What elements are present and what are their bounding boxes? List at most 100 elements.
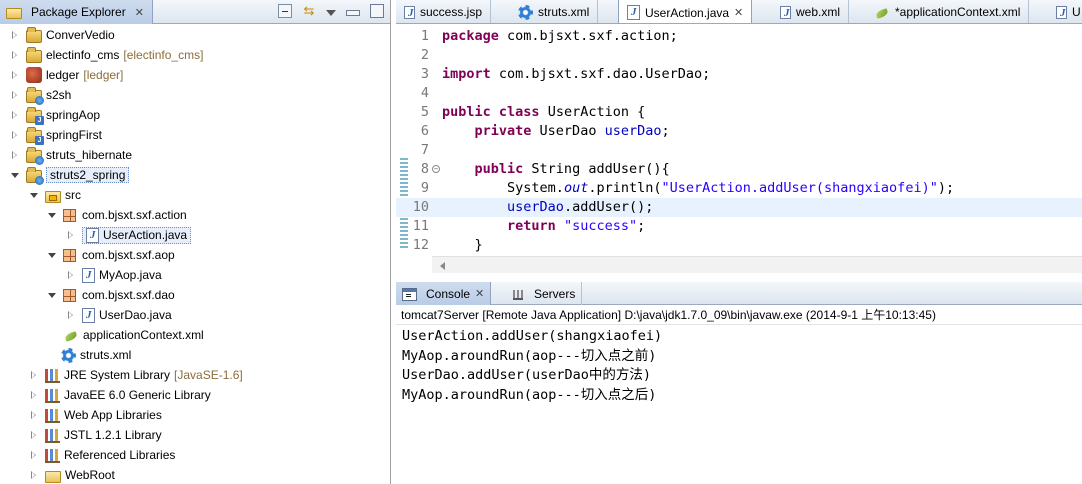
tab-servers[interactable]: Servers bbox=[505, 282, 583, 305]
tree-item-package-action[interactable]: com.bjsxt.sxf.action bbox=[47, 205, 187, 225]
tree-item-myaop-java[interactable]: MyAop.java bbox=[66, 265, 162, 285]
scroll-left-icon[interactable] bbox=[440, 262, 445, 270]
tree-item-converVedio[interactable]: ConverVedio bbox=[10, 25, 115, 45]
close-icon[interactable]: ✕ bbox=[475, 287, 484, 300]
expand-icon[interactable] bbox=[29, 430, 39, 440]
code-line: 4 bbox=[420, 85, 429, 101]
fold-icon[interactable]: − bbox=[432, 165, 440, 173]
collapse-icon[interactable] bbox=[47, 290, 57, 300]
tree-item-javaee-library[interactable]: JavaEE 6.0 Generic Library bbox=[29, 385, 211, 405]
tree-item-label: ConverVedio bbox=[46, 28, 115, 42]
collapse-all-icon[interactable] bbox=[278, 4, 292, 18]
expand-icon[interactable] bbox=[29, 450, 39, 460]
link-with-editor-icon[interactable]: ⇆ bbox=[302, 4, 316, 18]
tab-console[interactable]: Console ✕ bbox=[396, 282, 492, 305]
tree-item-springAop[interactable]: springAop bbox=[10, 105, 100, 125]
package-icon bbox=[63, 249, 76, 262]
expand-icon[interactable] bbox=[10, 50, 20, 60]
tab-overflow-java[interactable]: U bbox=[1048, 0, 1082, 23]
tree-item-applicationcontext-xml[interactable]: applicationContext.xml bbox=[63, 325, 204, 345]
tree-item-electinfo-cms[interactable]: electinfo_cms [electinfo_cms] bbox=[10, 45, 203, 65]
editor-horizontal-scrollbar[interactable] bbox=[432, 256, 1082, 273]
tree-item-webroot[interactable]: WebRoot bbox=[29, 465, 115, 484]
xml-file-icon bbox=[780, 5, 791, 19]
code-line: 3 import com.bjsxt.sxf.dao.UserDao; bbox=[420, 66, 711, 82]
code-line: 9 System.out.println("UserAction.addUser… bbox=[420, 180, 955, 196]
tree-item-ledger[interactable]: ledger [ledger] bbox=[10, 65, 123, 85]
expand-icon[interactable] bbox=[10, 110, 20, 120]
tree-item-struts-hibernate[interactable]: struts_hibernate bbox=[10, 145, 132, 165]
tab-applicationcontext-xml[interactable]: *applicationContext.xml bbox=[866, 0, 1030, 23]
tree-item-label: com.bjsxt.sxf.action bbox=[82, 208, 187, 222]
tree-item-label: com.bjsxt.sxf.dao bbox=[82, 288, 175, 302]
tree-item-label: Web App Libraries bbox=[64, 408, 162, 422]
tree-item-label: struts_hibernate bbox=[46, 148, 133, 162]
tree-item-s2sh[interactable]: s2sh bbox=[10, 85, 71, 105]
tree-item-label: applicationContext.xml bbox=[83, 328, 204, 342]
tab-useraction-java[interactable]: UserAction.java ✕ bbox=[618, 0, 753, 23]
expand-icon[interactable] bbox=[29, 470, 39, 480]
expand-icon[interactable] bbox=[10, 90, 20, 100]
spring-xml-icon bbox=[874, 8, 890, 20]
expand-icon[interactable] bbox=[29, 370, 39, 380]
expand-icon[interactable] bbox=[29, 390, 39, 400]
package-explorer-icon bbox=[6, 7, 22, 19]
tree-item-struts-xml[interactable]: struts.xml bbox=[61, 345, 131, 365]
java-project-icon bbox=[26, 126, 44, 145]
tree-item-package-aop[interactable]: com.bjsxt.sxf.aop bbox=[47, 245, 175, 265]
tab-struts-xml[interactable]: struts.xml bbox=[510, 0, 599, 23]
expand-icon[interactable] bbox=[10, 70, 20, 80]
expand-icon[interactable] bbox=[66, 310, 76, 320]
collapse-icon[interactable] bbox=[29, 190, 39, 200]
tree-item-label: src bbox=[65, 188, 81, 202]
code-line-current: 10 userDao.addUser(); bbox=[396, 198, 1082, 217]
tree-item-webapp-libraries[interactable]: Web App Libraries bbox=[29, 405, 162, 425]
collapse-icon[interactable] bbox=[47, 250, 57, 260]
code-line: 8− public String addUser(){ bbox=[420, 161, 670, 177]
package-explorer-view: Package Explorer ✕ ⇆ ConverVedio electin… bbox=[0, 0, 391, 484]
java-file-icon bbox=[627, 5, 640, 20]
expand-icon[interactable] bbox=[66, 230, 76, 240]
collapse-icon[interactable] bbox=[47, 210, 57, 220]
tab-label: web.xml bbox=[796, 5, 841, 19]
java-file-icon bbox=[1056, 5, 1067, 19]
tab-success-jsp[interactable]: success.jsp bbox=[396, 0, 492, 23]
code-editor[interactable]: 1 package com.bjsxt.sxf.action; 2 3 impo… bbox=[396, 25, 1082, 255]
close-icon[interactable]: ✕ bbox=[734, 6, 743, 19]
tree-item-jre-library[interactable]: JRE System Library [JavaSE-1.6] bbox=[29, 365, 243, 385]
package-explorer-tab[interactable]: Package Explorer ✕ bbox=[0, 0, 153, 24]
tree-item-package-dao[interactable]: com.bjsxt.sxf.dao bbox=[47, 285, 175, 305]
minimize-icon[interactable] bbox=[346, 10, 360, 16]
view-menu-icon[interactable] bbox=[326, 10, 336, 16]
expand-icon[interactable] bbox=[29, 410, 39, 420]
tree-item-label: UserAction.java bbox=[103, 228, 188, 242]
console-line: UserDao.addUser(userDao中的方法) bbox=[402, 367, 652, 383]
expand-icon[interactable] bbox=[10, 150, 20, 160]
java-project-icon bbox=[26, 106, 44, 125]
code-line: 7 bbox=[420, 142, 429, 158]
tree-item-jstl-library[interactable]: JSTL 1.2.1 Library bbox=[29, 425, 162, 445]
console-process-title: tomcat7Server [Remote Java Application] … bbox=[396, 305, 1082, 325]
tree-item-userdao-java[interactable]: UserDao.java bbox=[66, 305, 172, 325]
collapse-icon[interactable] bbox=[10, 170, 20, 180]
tree-item-springFirst[interactable]: springFirst bbox=[10, 125, 102, 145]
tree-item-struts2-spring[interactable]: struts2_spring bbox=[10, 165, 130, 185]
xml-config-icon bbox=[61, 347, 76, 363]
project-icon bbox=[26, 46, 42, 63]
tree-item-label: WebRoot bbox=[65, 468, 115, 482]
console-output[interactable]: UserAction.addUser(shangxiaofei) MyAop.a… bbox=[396, 325, 1082, 405]
tree-item-label: ledger bbox=[46, 68, 80, 82]
tree-item-useraction-java[interactable]: UserAction.java bbox=[66, 225, 192, 245]
close-icon[interactable]: ✕ bbox=[135, 6, 144, 19]
tree-item-src[interactable]: src bbox=[29, 185, 81, 205]
tree-item-label: springAop bbox=[46, 108, 101, 122]
tab-web-xml[interactable]: web.xml bbox=[772, 0, 850, 23]
tree-item-referenced-libraries[interactable]: Referenced Libraries bbox=[29, 445, 175, 465]
expand-icon[interactable] bbox=[10, 30, 20, 40]
expand-icon[interactable] bbox=[66, 270, 76, 280]
tree-item-label: s2sh bbox=[46, 88, 72, 102]
tree-item-decoration: [electinfo_cms] bbox=[123, 48, 204, 62]
expand-icon[interactable] bbox=[10, 130, 20, 140]
maximize-icon[interactable] bbox=[370, 4, 384, 18]
library-icon bbox=[45, 448, 60, 463]
